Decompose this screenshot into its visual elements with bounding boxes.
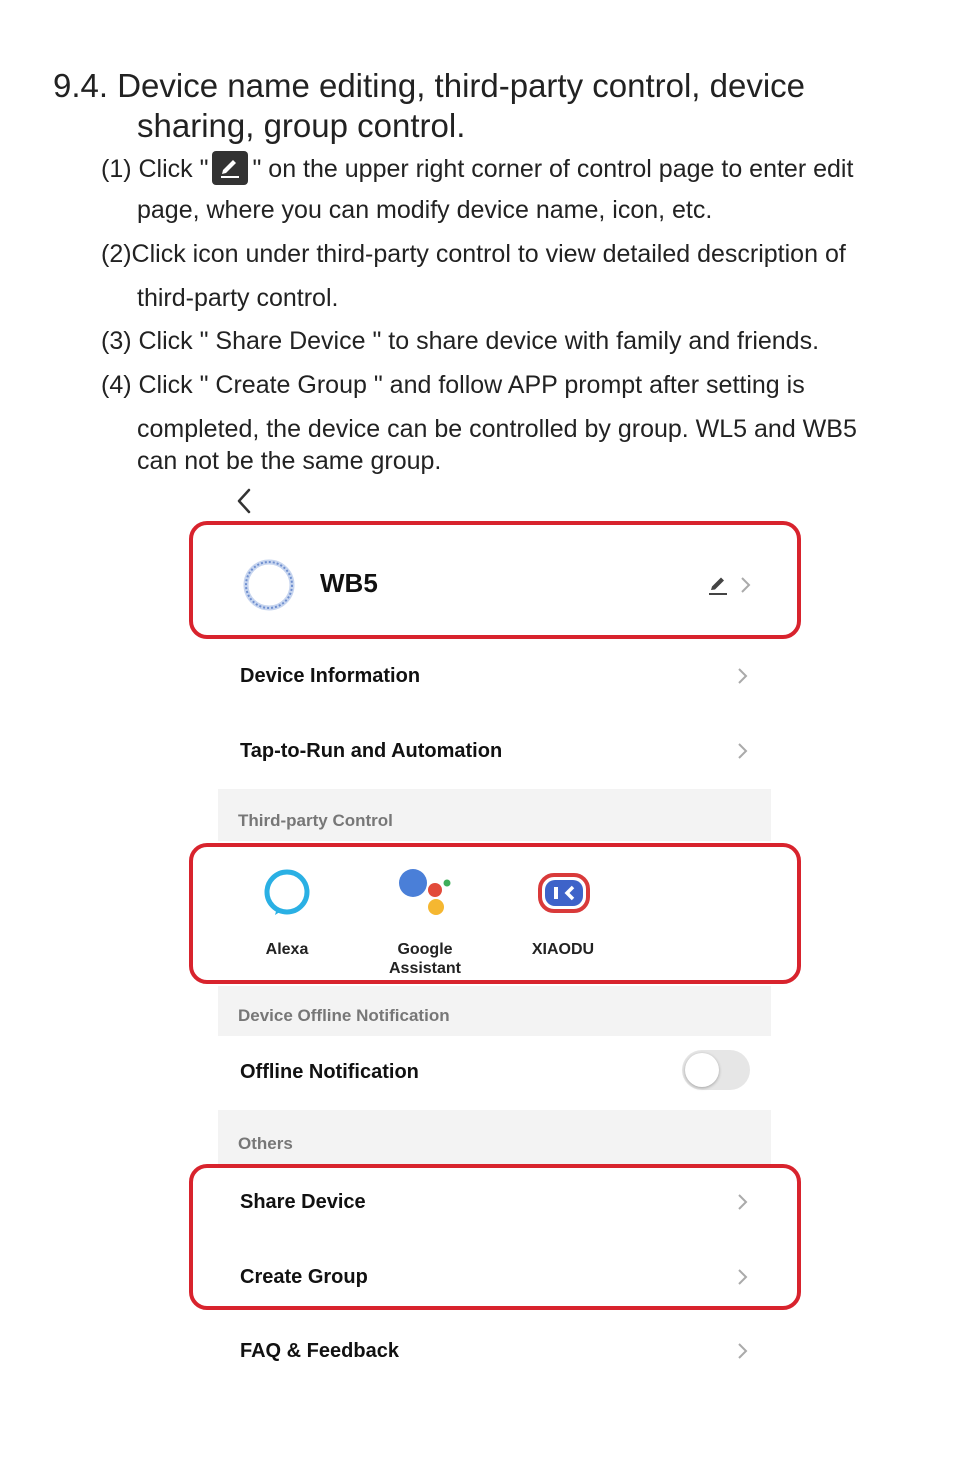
highlight-device-header <box>189 521 801 639</box>
faq-feedback-label: FAQ & Feedback <box>240 1339 399 1362</box>
offline-notification-toggle[interactable] <box>682 1050 750 1090</box>
step-1-text-b: " on the upper right corner of control p… <box>252 155 854 183</box>
step-1-text-a: (1) Click " <box>101 155 209 183</box>
step-2-continued: third-party control. <box>101 283 921 313</box>
highlight-third-party <box>189 843 801 984</box>
back-chevron-icon[interactable] <box>233 486 257 516</box>
step-4-cont-text-1: completed, the device can be controlled … <box>137 415 857 443</box>
tap-to-run-row[interactable]: Tap-to-Run and Automation <box>218 714 771 788</box>
heading-line-2: sharing, group control. <box>137 107 466 144</box>
tap-to-run-label: Tap-to-Run and Automation <box>240 739 503 762</box>
offline-section-label: Device Offline Notification <box>238 1006 450 1025</box>
step-4-continued-2: can not be the same group. <box>101 446 921 476</box>
step-4-cont-text-2: can not be the same group. <box>137 447 442 475</box>
step-3: (3) Click " Share Device " to share devi… <box>101 327 820 355</box>
edit-icon <box>212 151 249 185</box>
others-section-header: Others <box>218 1110 771 1166</box>
others-section-label: Others <box>238 1134 293 1153</box>
step-2: (2)Click icon under third-party control … <box>101 240 846 268</box>
offline-section-header: Device Offline Notification <box>218 986 771 1036</box>
device-information-label: Device Information <box>240 664 421 687</box>
third-party-section-label: Third-party Control <box>238 811 393 830</box>
heading-line-1: 9.4. Device name editing, third-party co… <box>53 67 806 104</box>
device-information-row[interactable]: Device Information <box>218 639 771 713</box>
chevron-right-icon <box>738 668 748 684</box>
section-heading: 9.4. Device name editing, third-party co… <box>53 66 933 146</box>
highlight-share-group <box>189 1164 801 1310</box>
toggle-knob <box>685 1053 719 1087</box>
step-4-continued-1: completed, the device can be controlled … <box>101 414 921 444</box>
chevron-right-icon <box>738 743 748 759</box>
step-1-cont-text: page, where you can modify device name, … <box>137 196 713 224</box>
step-1: (1) Click " " on the upper right corner o… <box>101 151 921 185</box>
faq-feedback-row[interactable]: FAQ & Feedback <box>218 1314 771 1388</box>
step-2-cont-text: third-party control. <box>137 284 339 312</box>
chevron-right-icon <box>738 1343 748 1359</box>
third-party-section-header: Third-party Control <box>218 789 771 841</box>
step-4: (4) Click " Create Group " and follow AP… <box>101 371 805 399</box>
step-1-continued: page, where you can modify device name, … <box>101 195 921 225</box>
